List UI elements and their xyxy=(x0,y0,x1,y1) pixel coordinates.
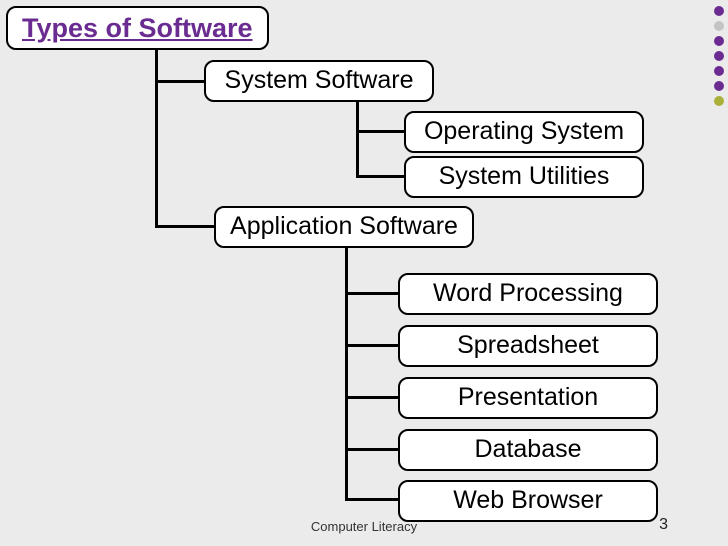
connector xyxy=(345,245,348,500)
node-system-software: System Software xyxy=(204,60,434,102)
connector xyxy=(356,100,359,177)
node-application-software: Application Software xyxy=(214,206,474,248)
node-web-browser: Web Browser xyxy=(398,480,658,522)
node-database: Database xyxy=(398,429,658,471)
connector xyxy=(155,45,158,227)
connector xyxy=(345,448,400,451)
slide: Types of Software System Software Operat… xyxy=(0,0,728,546)
connector xyxy=(345,344,400,347)
connector xyxy=(155,225,215,228)
connector xyxy=(345,292,400,295)
connector xyxy=(345,396,400,399)
node-word-processing: Word Processing xyxy=(398,273,658,315)
footer-page-number: 3 xyxy=(659,516,668,534)
footer-course: Computer Literacy xyxy=(311,519,417,534)
node-system-utilities: System Utilities xyxy=(404,156,644,198)
connector xyxy=(356,175,406,178)
node-spreadsheet: Spreadsheet xyxy=(398,325,658,367)
connector xyxy=(356,130,406,133)
connector xyxy=(155,80,205,83)
node-root: Types of Software xyxy=(6,6,269,50)
node-operating-system: Operating System xyxy=(404,111,644,153)
connector xyxy=(345,498,400,501)
node-presentation: Presentation xyxy=(398,377,658,419)
